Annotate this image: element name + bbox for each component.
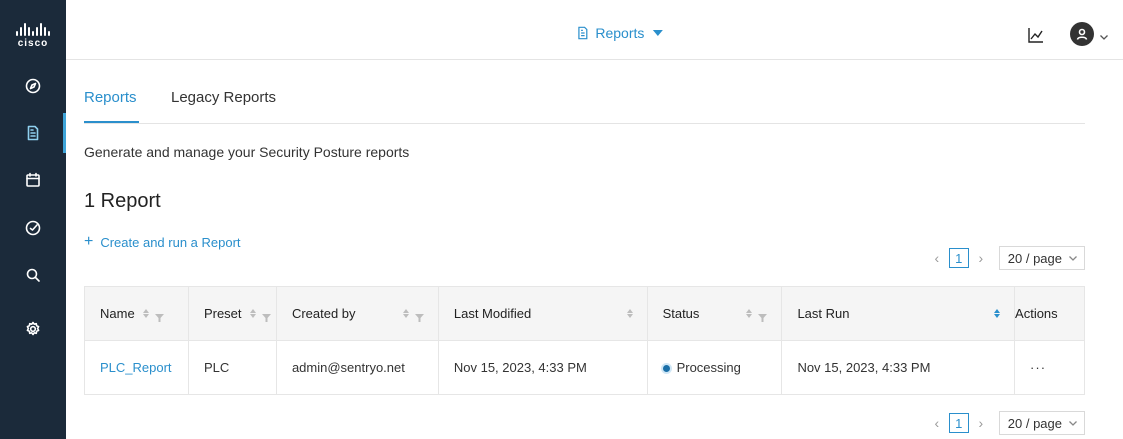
document-icon xyxy=(27,125,39,141)
sort-icon[interactable] xyxy=(994,309,1001,318)
column-header-last-run[interactable]: Last Run xyxy=(781,286,1016,341)
user-icon xyxy=(1076,28,1088,40)
cell-last-run: Nov 15, 2023, 4:33 PM xyxy=(781,340,1016,395)
tab-reports[interactable]: Reports xyxy=(84,89,137,106)
page-size-select[interactable]: 20 / page xyxy=(998,246,1085,270)
cell-created-by: admin@sentryo.net xyxy=(275,340,439,395)
tab-legacy-reports[interactable]: Legacy Reports xyxy=(171,89,276,106)
tabs: Reports Legacy Reports xyxy=(84,60,1085,124)
page-description: Generate and manage your Security Postur… xyxy=(84,144,410,160)
calendar-icon xyxy=(26,172,40,187)
target-check-icon xyxy=(25,220,41,236)
status-label: Processing xyxy=(676,360,741,375)
filter-icon[interactable] xyxy=(261,310,271,322)
next-page-icon[interactable]: › xyxy=(975,250,987,266)
document-icon xyxy=(577,26,587,40)
create-report-label: Create and run a Report xyxy=(100,234,241,250)
cisco-logo-text: cisco xyxy=(17,38,49,49)
pagination-top: ‹ 1 › 20 / page xyxy=(931,246,1085,270)
sidebar-item-reports[interactable] xyxy=(0,113,66,153)
sidebar-item-explore[interactable] xyxy=(0,66,66,106)
sidebar-item-events[interactable] xyxy=(0,208,66,248)
sidebar-item-search[interactable] xyxy=(0,255,66,295)
page-menu-label: Reports xyxy=(595,25,645,41)
sort-icon[interactable] xyxy=(249,309,256,318)
table-row: PLC_Report PLC admin@sentryo.net Nov 15,… xyxy=(84,340,1085,395)
column-header-preset[interactable]: Preset xyxy=(187,286,277,341)
filter-icon[interactable] xyxy=(758,310,768,322)
prev-page-icon[interactable]: ‹ xyxy=(931,250,943,266)
active-tab-indicator xyxy=(84,121,139,123)
prev-page-icon[interactable]: ‹ xyxy=(931,415,943,431)
page-size-select[interactable]: 20 / page xyxy=(998,411,1085,435)
row-actions-button[interactable]: ··· xyxy=(1014,340,1085,395)
monitoring-button[interactable] xyxy=(1025,24,1047,46)
caret-down-icon xyxy=(652,30,663,36)
cell-last-modified: Nov 15, 2023, 4:33 PM xyxy=(437,340,648,395)
search-icon xyxy=(26,268,40,282)
sidebar: cisco xyxy=(0,0,66,439)
report-name-link[interactable]: PLC_Report xyxy=(100,360,172,375)
page-menu-dropdown[interactable]: Reports xyxy=(575,25,663,41)
compass-icon xyxy=(25,78,41,94)
sidebar-item-calendar[interactable] xyxy=(0,160,66,200)
page-size-label: 20 / page xyxy=(1007,415,1062,431)
column-header-last-modified[interactable]: Last Modified xyxy=(437,286,648,341)
page-size-label: 20 / page xyxy=(1007,250,1062,266)
sort-icon[interactable] xyxy=(142,309,149,318)
sort-icon[interactable] xyxy=(626,309,633,318)
column-header-actions: Actions xyxy=(1014,286,1085,341)
avatar xyxy=(1070,22,1094,46)
column-header-name[interactable]: Name xyxy=(84,286,189,341)
status-dot-icon xyxy=(662,365,670,373)
column-header-created-by[interactable]: Created by xyxy=(275,286,439,341)
line-chart-icon xyxy=(1028,28,1043,43)
page-number[interactable]: 1 xyxy=(948,413,969,433)
create-report-button[interactable]: + Create and run a Report xyxy=(84,234,241,250)
cisco-logo-bars xyxy=(16,23,50,36)
table-header-row: Name Preset Created by Last Modified Sta… xyxy=(84,286,1085,341)
top-bar: Reports xyxy=(66,10,1123,60)
sidebar-item-settings[interactable] xyxy=(0,309,66,349)
cisco-logo[interactable]: cisco xyxy=(0,10,66,62)
sort-icon[interactable] xyxy=(746,309,753,318)
cell-status: Processing xyxy=(646,340,783,395)
pagination-bottom: ‹ 1 › 20 / page xyxy=(931,411,1085,435)
gear-icon xyxy=(26,321,40,336)
next-page-icon[interactable]: › xyxy=(975,415,987,431)
chevron-down-icon xyxy=(1099,29,1109,40)
chevron-down-icon xyxy=(1069,421,1077,426)
filter-icon[interactable] xyxy=(414,310,424,322)
reports-table: Name Preset Created by Last Modified Sta… xyxy=(84,286,1085,395)
page-number[interactable]: 1 xyxy=(948,248,969,268)
column-header-status[interactable]: Status xyxy=(646,286,783,341)
sort-icon[interactable] xyxy=(402,309,409,318)
user-menu-button[interactable] xyxy=(1070,22,1109,46)
report-count: 1 Report xyxy=(84,190,161,212)
cell-preset: PLC xyxy=(187,340,277,395)
plus-icon: + xyxy=(84,233,94,250)
chevron-down-icon xyxy=(1069,256,1077,261)
filter-icon[interactable] xyxy=(154,310,164,322)
